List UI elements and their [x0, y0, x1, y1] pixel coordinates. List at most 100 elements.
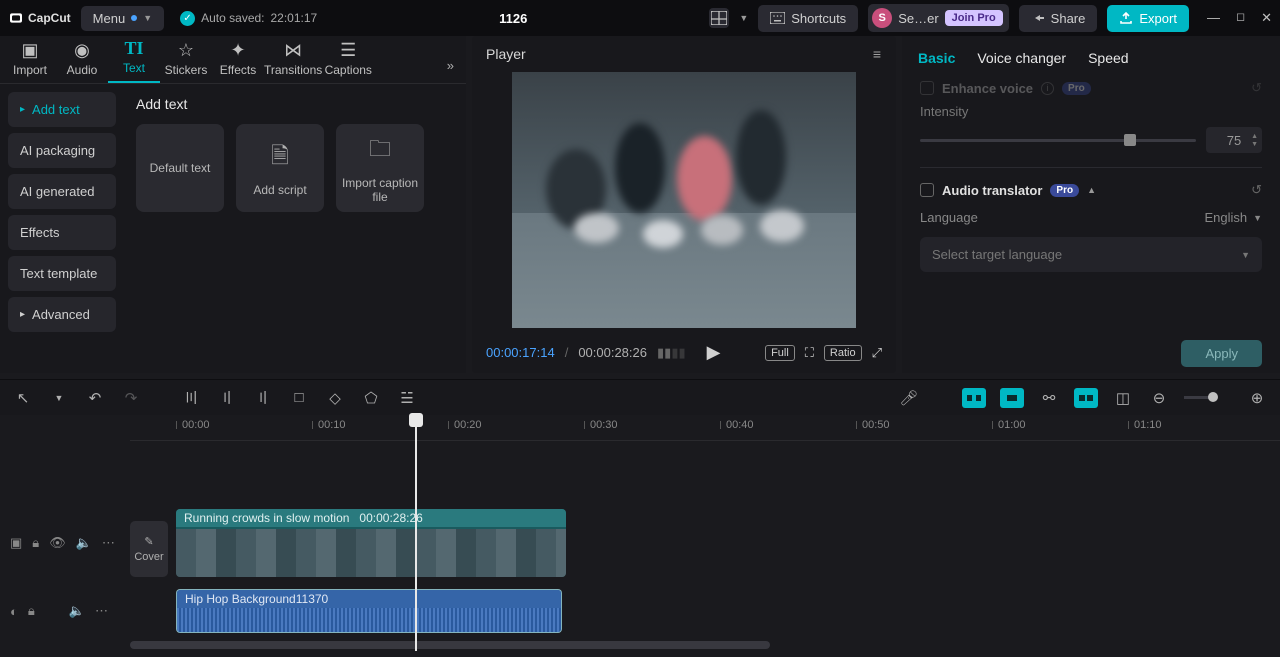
- video-preview[interactable]: [512, 72, 856, 328]
- total-duration: 00:00:28:26: [578, 345, 647, 360]
- export-icon: [1119, 11, 1133, 25]
- split-left-icon[interactable]: 〢: [216, 387, 238, 409]
- ratio-button[interactable]: Ratio: [824, 345, 862, 361]
- play-button[interactable]: ▶: [707, 342, 721, 363]
- tab-import[interactable]: ▣Import: [4, 39, 56, 83]
- maximize-icon[interactable]: ◻: [1236, 10, 1245, 26]
- compare-icon[interactable]: ▮▮▮▮: [657, 345, 685, 361]
- lock-icon[interactable]: 🔒︎: [28, 603, 35, 619]
- export-button[interactable]: Export: [1107, 5, 1189, 32]
- snap-toggle[interactable]: [962, 388, 986, 408]
- sidebar-item-text-template[interactable]: Text template: [8, 256, 116, 291]
- user-name: Se…er: [898, 11, 938, 26]
- zoom-out-icon[interactable]: ⊖: [1148, 387, 1170, 409]
- link-toggle[interactable]: [1000, 388, 1024, 408]
- preview-toggle[interactable]: [1074, 388, 1098, 408]
- tab-speed[interactable]: Speed: [1088, 50, 1128, 66]
- keyboard-icon: [770, 12, 785, 24]
- language-dropdown[interactable]: English ▼: [1204, 210, 1262, 225]
- zoom-in-icon[interactable]: ⊕: [1246, 387, 1268, 409]
- cover-label: Cover: [134, 551, 163, 563]
- redo-icon[interactable]: ↷: [120, 387, 142, 409]
- minimize-icon[interactable]: —: [1207, 10, 1220, 26]
- info-icon: i: [1041, 82, 1054, 95]
- delete-icon[interactable]: □: [288, 387, 310, 409]
- cover-button[interactable]: ✎ Cover: [130, 521, 168, 577]
- chevron-down-icon[interactable]: ▼: [739, 13, 748, 23]
- card-add-script[interactable]: 🗎 Add script: [236, 124, 324, 212]
- more-icon[interactable]: ⋯: [102, 535, 115, 551]
- split-icon[interactable]: 〣: [180, 387, 202, 409]
- tag-icon[interactable]: ⬠: [360, 387, 382, 409]
- full-button[interactable]: Full: [765, 345, 795, 361]
- tab-transitions[interactable]: ⋈Transitions: [264, 39, 322, 83]
- pro-badge: Pro: [1062, 82, 1091, 95]
- card-default-text[interactable]: Default text: [136, 124, 224, 212]
- menu-button[interactable]: Menu ▼: [81, 6, 164, 31]
- lock-icon[interactable]: 🔒︎: [32, 535, 39, 551]
- crop-icon[interactable]: ⛶: [805, 345, 814, 361]
- tab-text[interactable]: TIText: [108, 37, 160, 83]
- video-clip[interactable]: Running crowds in slow motion 00:00:28:2…: [176, 509, 566, 577]
- chevron-down-icon[interactable]: ▼: [48, 387, 70, 409]
- layout-icon[interactable]: [709, 8, 729, 28]
- eye-icon[interactable]: 👁: [49, 535, 66, 551]
- tab-captions[interactable]: ☰Captions: [322, 39, 374, 83]
- horizontal-scrollbar[interactable]: [130, 641, 770, 649]
- apply-button[interactable]: Apply: [1181, 340, 1262, 367]
- more-icon[interactable]: ⋯: [95, 603, 108, 619]
- tab-stickers[interactable]: ☆Stickers: [160, 39, 212, 83]
- tabs-overflow-icon[interactable]: »: [439, 48, 462, 83]
- zoom-slider[interactable]: [1184, 396, 1214, 399]
- split-right-icon[interactable]: 〢: [252, 387, 274, 409]
- tab-basic[interactable]: Basic: [918, 50, 955, 66]
- check-icon: ✓: [180, 11, 195, 26]
- account-chip[interactable]: S Se…er Join Pro: [868, 4, 1008, 32]
- overlap-icon[interactable]: ◫: [1112, 387, 1134, 409]
- sidebar-item-ai-generated[interactable]: AI generated: [8, 174, 116, 209]
- intensity-value[interactable]: 75 ▲▼: [1206, 127, 1262, 153]
- sidebar-item-advanced[interactable]: Advanced: [8, 297, 116, 332]
- properties-panel: Basic Voice changer Speed Enhance voice …: [902, 36, 1280, 373]
- playhead[interactable]: [415, 415, 417, 651]
- timeline-body[interactable]: 00:00 00:10 00:20 00:30 00:40 00:50 01:0…: [130, 415, 1280, 657]
- card-import-caption[interactable]: 🗀 Import caption file: [336, 124, 424, 212]
- chain-icon[interactable]: ⚯: [1038, 387, 1060, 409]
- intensity-slider[interactable]: [920, 139, 1196, 142]
- tab-voice-changer[interactable]: Voice changer: [977, 50, 1066, 66]
- shortcuts-button[interactable]: Shortcuts: [758, 5, 858, 32]
- caption-icon[interactable]: ☱: [396, 387, 418, 409]
- stepper-icon[interactable]: ▲▼: [1251, 133, 1258, 148]
- track-headers: ▣ 🔒︎ 👁 🔈 ⋯ ◐ 🔒︎ 🔈 ⋯: [0, 415, 130, 657]
- collapse-icon[interactable]: ▲: [1087, 185, 1096, 195]
- timeline-ruler[interactable]: 00:00 00:10 00:20 00:30 00:40 00:50 01:0…: [130, 415, 1280, 441]
- tab-audio[interactable]: ◉Audio: [56, 39, 108, 83]
- enhance-voice-label: Enhance voice: [942, 81, 1033, 96]
- close-icon[interactable]: ✕: [1261, 10, 1272, 26]
- audio-clip[interactable]: Hip Hop Background11370: [176, 589, 562, 633]
- tool-tabs: ▣Import ◉Audio TIText ☆Stickers ✦Effects…: [0, 36, 466, 84]
- enhance-voice-checkbox[interactable]: [920, 81, 934, 95]
- tab-effects[interactable]: ✦Effects: [212, 39, 264, 83]
- player-menu-icon[interactable]: ≡: [873, 46, 882, 62]
- target-language-select[interactable]: Select target language ▼: [920, 237, 1262, 272]
- cursor-tool-icon[interactable]: ↖: [12, 387, 34, 409]
- sidebar-item-effects[interactable]: Effects: [8, 215, 116, 250]
- share-button[interactable]: Share: [1019, 5, 1098, 32]
- track-type-icon[interactable]: ◐: [10, 604, 18, 619]
- marker-icon[interactable]: ◇: [324, 387, 346, 409]
- mute-icon[interactable]: 🔈: [69, 603, 85, 619]
- content-heading: Add text: [136, 96, 454, 112]
- undo-icon[interactable]: ↶: [84, 387, 106, 409]
- reset-icon[interactable]: ↺: [1251, 80, 1262, 96]
- mute-icon[interactable]: 🔈: [76, 535, 92, 551]
- track-type-icon[interactable]: ▣: [10, 535, 22, 551]
- sidebar-item-add-text[interactable]: Add text: [8, 92, 116, 127]
- audio-translator-checkbox[interactable]: [920, 183, 934, 197]
- player-controls: 00:00:17:14 / 00:00:28:26 ▮▮▮▮ ▶ Full ⛶ …: [472, 336, 896, 373]
- join-pro-badge[interactable]: Join Pro: [945, 10, 1003, 26]
- reset-icon[interactable]: ↺: [1251, 182, 1262, 198]
- fullscreen-icon[interactable]: ⤢: [872, 345, 882, 361]
- mic-icon[interactable]: 🎤︎: [898, 387, 920, 409]
- sidebar-item-ai-packaging[interactable]: AI packaging: [8, 133, 116, 168]
